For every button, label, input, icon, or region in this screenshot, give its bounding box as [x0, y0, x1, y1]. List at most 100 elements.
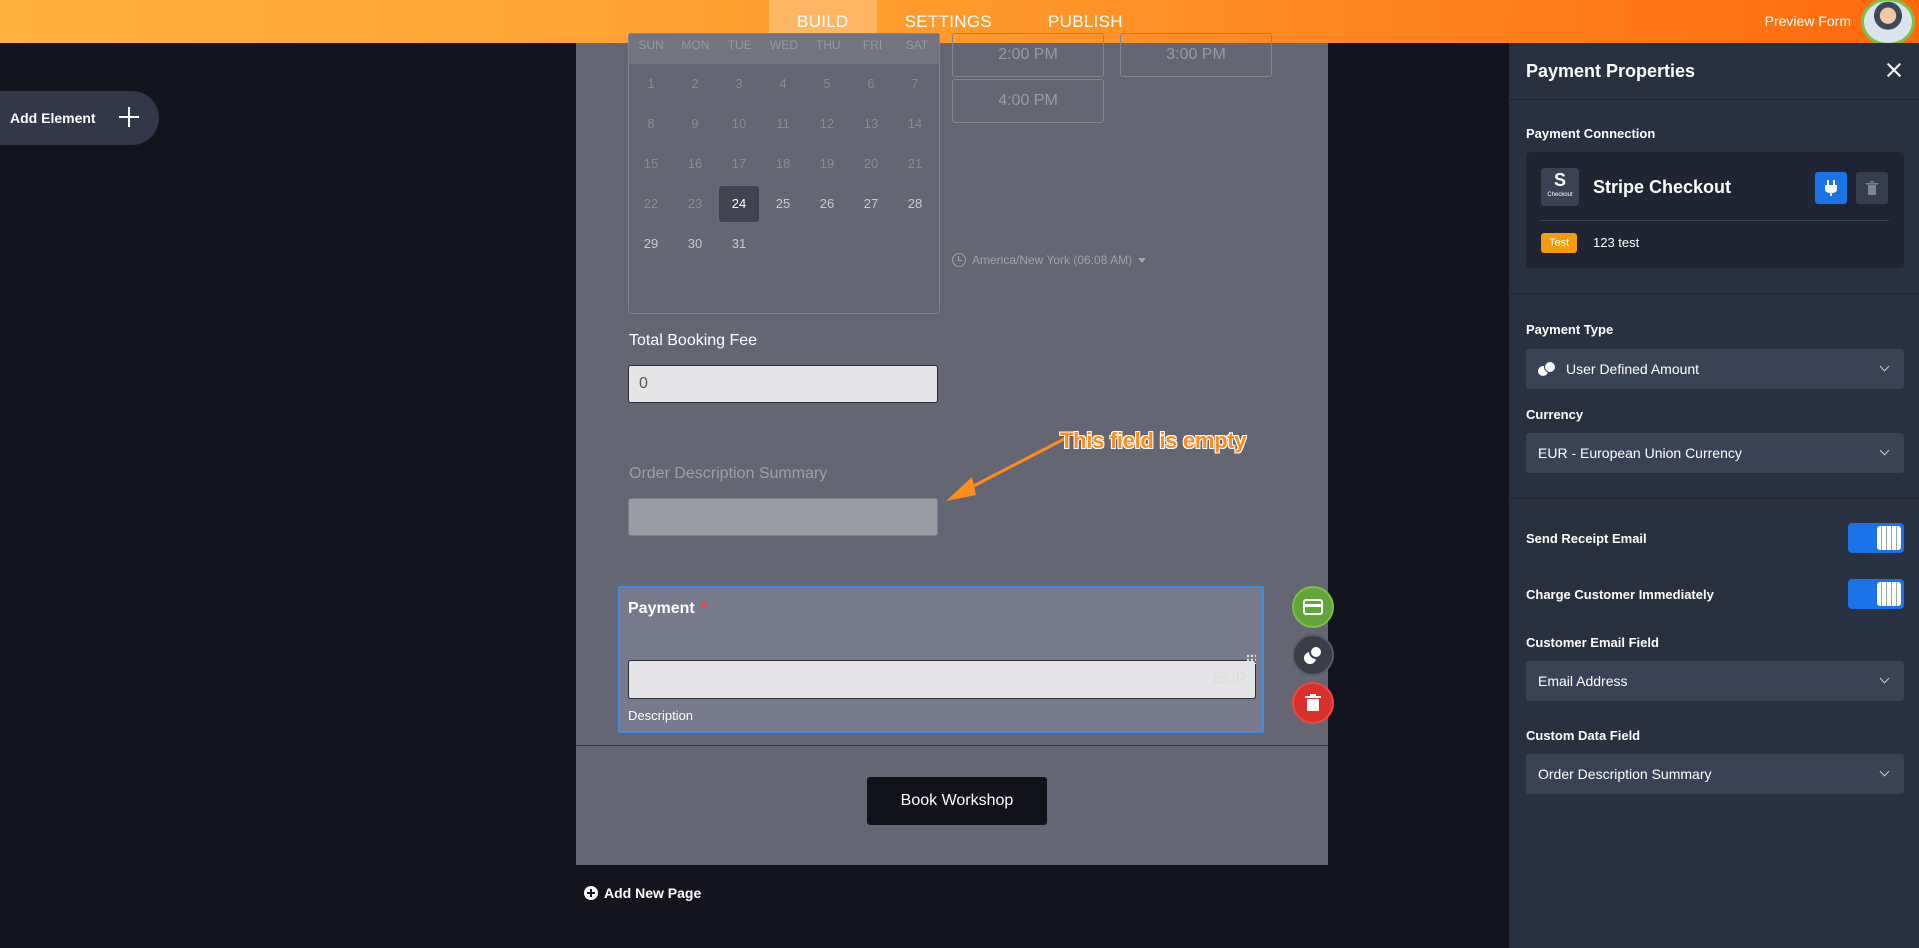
total-booking-fee-label: Total Booking Fee: [629, 332, 758, 349]
calendar-day: 10: [731, 116, 747, 131]
trash-icon: [1305, 694, 1321, 711]
drag-handle-icon[interactable]: [1246, 654, 1256, 664]
calendar-day: 22: [643, 196, 659, 211]
coins-icon: [1304, 645, 1323, 664]
calendar-day[interactable]: 24: [719, 186, 759, 222]
chevron-down-icon: [1879, 766, 1890, 777]
calendar-days: 1 2 3 4 5 6 7 8 9 10 11 12 13 14 15 16 17 18 19 20 21 22 23 24 2…: [629, 64, 939, 264]
weekday-mon: MON: [681, 38, 710, 52]
charge-immediately-toggle[interactable]: [1848, 579, 1904, 609]
weekday-fri: FRI: [862, 38, 883, 52]
payment-amount-input[interactable]: EUR: [628, 660, 1256, 699]
calendar-day: 14: [907, 116, 923, 131]
customer-email-field-select[interactable]: Email Address: [1526, 661, 1904, 701]
payment-title: Payment *: [628, 600, 707, 618]
charge-immediately-row: Charge Customer Immediately: [1526, 579, 1904, 609]
plus-circle-icon: [584, 886, 598, 900]
caret-down-icon: [1138, 257, 1147, 263]
connection-account-name: 123 test: [1593, 235, 1640, 250]
calendar-day: 4: [779, 76, 787, 91]
timezone-selector[interactable]: America/New York (06:08 AM): [952, 253, 1147, 267]
toggle-knob: [1877, 526, 1901, 550]
coins-icon: [1538, 361, 1556, 377]
plug-icon: [1825, 180, 1837, 196]
form-canvas: SUN MON TUE WED THU FRI SAT 1 2 3 4 5 6 7 8 9 10 1…: [576, 33, 1334, 865]
weekday-tue: TUE: [727, 38, 752, 52]
calendar-day: 15: [643, 156, 659, 171]
send-receipt-toggle[interactable]: [1848, 523, 1904, 553]
appointment-calendar: SUN MON TUE WED THU FRI SAT 1 2 3 4 5 6 7 8 9 10 1…: [628, 33, 940, 314]
connect-button[interactable]: [1815, 172, 1847, 204]
annotation-text: This field is empty: [1060, 428, 1247, 453]
chevron-down-icon: [1879, 445, 1890, 456]
section-divider: [1509, 498, 1919, 499]
calendar-weekdays: SUN MON TUE WED THU FRI SAT: [629, 34, 939, 64]
calendar-day: 16: [687, 156, 703, 171]
calendar-day: 8: [647, 116, 655, 131]
payment-connection-label: Payment Connection: [1526, 126, 1656, 141]
credit-card-icon: [1303, 599, 1323, 615]
currency-label: Currency: [1526, 407, 1584, 422]
order-description-input[interactable]: [628, 498, 938, 536]
calendar-day: 18: [775, 156, 791, 171]
calendar-day: 9: [691, 116, 699, 131]
required-mark: *: [700, 600, 707, 617]
panel-header: Payment Properties: [1509, 43, 1919, 100]
delete-field-button[interactable]: [1292, 682, 1334, 724]
connection-divider: [1541, 220, 1889, 221]
payment-properties-panel: Payment Properties Payment Connection S …: [1509, 43, 1919, 948]
calendar-day[interactable]: 27: [849, 184, 893, 224]
currency-select[interactable]: EUR - European Union Currency: [1526, 433, 1904, 473]
time-slot-3pm[interactable]: 3:00 PM: [1120, 33, 1272, 77]
payment-type-button[interactable]: [1292, 634, 1334, 676]
chevron-down-icon: [1879, 673, 1890, 684]
calendar-day: 1: [647, 76, 655, 91]
panel-title: Payment Properties: [1526, 61, 1696, 81]
total-booking-fee-input[interactable]: 0: [628, 365, 938, 403]
toggle-knob: [1877, 582, 1901, 606]
page-divider: [576, 745, 1328, 746]
time-slot-4pm[interactable]: 4:00 PM: [952, 79, 1104, 123]
weekday-wed: WED: [769, 38, 798, 52]
custom-data-field-label: Custom Data Field: [1526, 728, 1641, 743]
custom-data-field-select[interactable]: Order Description Summary: [1526, 754, 1904, 794]
calendar-day: 5: [823, 76, 831, 91]
calendar-day: 17: [731, 156, 747, 171]
weekday-sun: SUN: [638, 38, 664, 52]
close-icon[interactable]: [1885, 61, 1903, 79]
calendar-day: 2: [691, 76, 699, 91]
book-workshop-button[interactable]: Book Workshop: [867, 777, 1047, 825]
calendar-day[interactable]: 25: [761, 184, 805, 224]
timezone-label: America/New York (06:08 AM): [972, 253, 1133, 267]
calendar-day: 6: [867, 76, 875, 91]
chevron-down-icon: [1879, 361, 1890, 372]
charge-immediately-label: Charge Customer Immediately: [1526, 587, 1714, 602]
calendar-day[interactable]: 29: [629, 224, 673, 264]
calendar-day[interactable]: 28: [893, 184, 937, 224]
add-new-page-label: Add New Page: [604, 885, 702, 901]
calendar-day: 23: [687, 196, 703, 211]
calendar-day[interactable]: 30: [673, 224, 717, 264]
calendar-day[interactable]: 26: [805, 184, 849, 224]
calendar-day: 13: [863, 116, 879, 131]
avatar[interactable]: [1861, 0, 1915, 46]
add-new-page-button[interactable]: Add New Page: [584, 885, 701, 901]
send-receipt-label: Send Receipt Email: [1526, 531, 1647, 546]
connection-name: Stripe Checkout: [1593, 177, 1732, 197]
calendar-day: 11: [776, 116, 790, 131]
add-element-label: Add Element: [10, 110, 96, 126]
stripe-logo-caption: Checkout: [1547, 192, 1573, 198]
time-slot-2pm[interactable]: 2:00 PM: [952, 33, 1104, 77]
add-element-button[interactable]: Add Element: [0, 91, 159, 145]
payment-type-value: User Defined Amount: [1566, 361, 1700, 377]
payment-field[interactable]: Payment * EUR Description: [618, 586, 1264, 733]
payment-title-text: Payment: [628, 600, 695, 617]
calendar-day[interactable]: 31: [717, 224, 761, 264]
payment-settings-button[interactable]: [1292, 586, 1334, 628]
order-description-label: Order Description Summary: [629, 465, 828, 482]
payment-type-label: Payment Type: [1526, 322, 1614, 337]
remove-connection-button[interactable]: [1856, 172, 1888, 204]
payment-type-select[interactable]: User Defined Amount: [1526, 349, 1904, 389]
customer-email-field-value: Email Address: [1538, 673, 1628, 689]
preview-form-link[interactable]: Preview Form: [1765, 0, 1851, 43]
